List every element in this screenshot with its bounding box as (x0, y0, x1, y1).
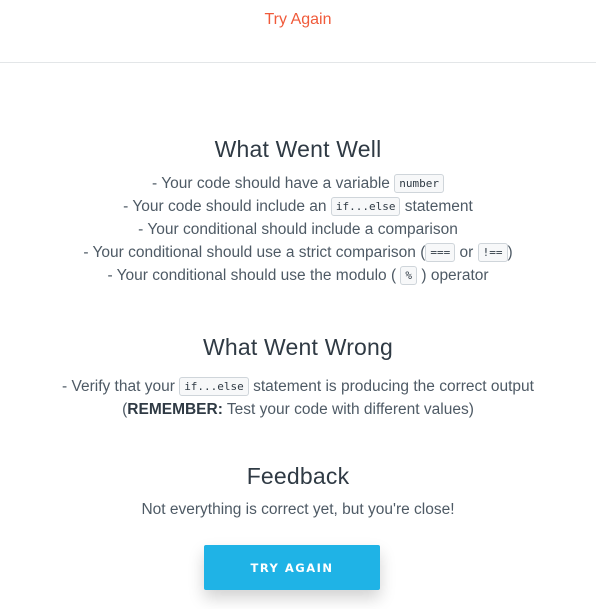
feedback-title: Feedback (246, 463, 350, 489)
went-well-item: - Your code should include an if...else … (123, 197, 473, 216)
went-well-item: - Your conditional should include a comp… (138, 221, 458, 238)
try-again-link[interactable]: Try Again (265, 11, 332, 29)
went-wrong-section: What Went Wrong - Verify that your if...… (0, 334, 596, 421)
try-again-button[interactable]: TRY AGAIN (204, 545, 380, 590)
feedback-section: Feedback Not everything is correct yet, … (0, 463, 596, 521)
went-wrong-item: - Verify that your if...else statement i… (62, 377, 534, 396)
went-well-item: - Your code should have a variable numbe… (0, 172, 596, 195)
code-snippet: if...else (330, 197, 401, 216)
code-snippet: if...else (179, 377, 249, 396)
code-snippet: === (425, 243, 456, 262)
went-well-item: - Your conditional should use the modulo… (107, 266, 489, 285)
went-wrong-title: What Went Wrong (202, 334, 394, 360)
code-snippet: % (400, 266, 418, 285)
code-snippet: number (394, 174, 444, 193)
went-well-title: What Went Well (214, 136, 382, 162)
went-wrong-reminder: (REMEMBER: Test your code with different… (122, 401, 474, 418)
feedback-message: Not everything is correct yet, but you'r… (141, 501, 455, 518)
went-well-section: What Went Well - Your code should have a… (0, 136, 596, 287)
top-bar: Try Again (0, 0, 596, 63)
went-well-item: - Your conditional should use a strict c… (83, 243, 513, 262)
code-snippet: !== (477, 243, 508, 262)
reminder-label: REMEMBER: (127, 401, 223, 418)
